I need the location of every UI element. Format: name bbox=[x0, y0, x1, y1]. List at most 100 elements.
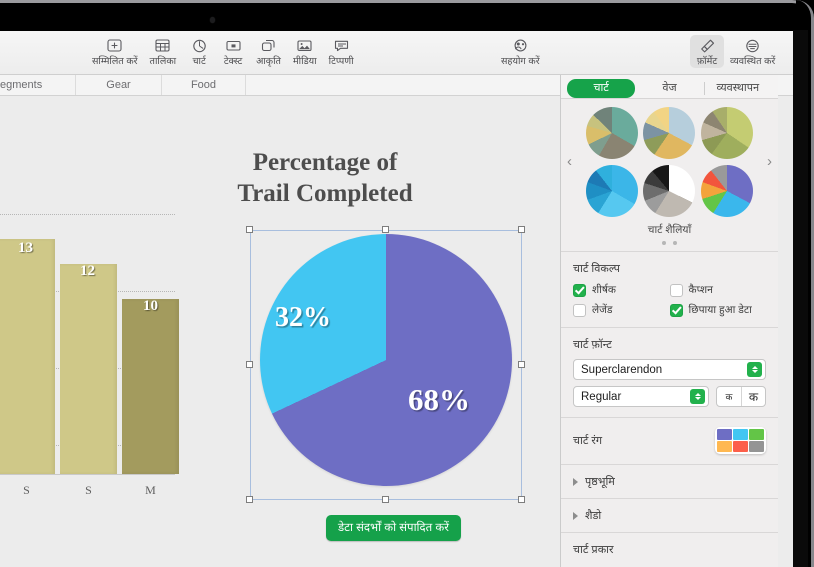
resize-handle-bottom-right[interactable] bbox=[518, 496, 525, 503]
checkbox-row-legend[interactable]: लेजेंड bbox=[573, 303, 670, 317]
tab-arrange[interactable]: व्यवस्थापन bbox=[704, 79, 772, 98]
shadow-section-toggle[interactable]: शैडो bbox=[561, 499, 778, 533]
toolbar-shape-label: आकृति bbox=[256, 56, 281, 68]
shadow-label: शैडो bbox=[585, 508, 601, 523]
resize-handle-bottom-left[interactable] bbox=[246, 496, 253, 503]
chart-color-swatch-button[interactable] bbox=[715, 427, 766, 454]
checkbox-hidden-data-label: छिपाया हुआ डेटा bbox=[689, 303, 752, 317]
laptop-bezel-top bbox=[0, 0, 814, 34]
pie-chart-title-line-2: Trail Completed bbox=[180, 178, 470, 209]
toolbar-collaborate-button[interactable]: सहयोग करें bbox=[495, 35, 546, 68]
pie-chart[interactable] bbox=[260, 234, 512, 486]
gallery-thumbnails bbox=[561, 107, 778, 217]
bar-1[interactable] bbox=[60, 264, 117, 474]
organize-icon bbox=[743, 37, 763, 54]
color-swatch[interactable] bbox=[733, 429, 748, 440]
checkbox-row-hidden-data[interactable]: छिपाया हुआ डेटा bbox=[670, 303, 767, 317]
bar-2[interactable] bbox=[122, 299, 179, 474]
toolbar-shape-button[interactable]: आकृति bbox=[250, 35, 287, 68]
color-swatch[interactable] bbox=[733, 441, 748, 452]
resize-handle-top-center[interactable] bbox=[382, 226, 389, 233]
font-family-select[interactable]: Superclarendon bbox=[573, 359, 766, 380]
page-dot-1[interactable] bbox=[662, 241, 666, 245]
chevron-right-icon bbox=[573, 512, 578, 520]
checkbox-title[interactable] bbox=[573, 284, 586, 297]
toolbar-organize-button[interactable]: व्यवस्थित करें bbox=[724, 35, 781, 68]
checkbox-hidden-data[interactable] bbox=[670, 304, 683, 317]
gallery-prev-arrow[interactable]: ‹ bbox=[567, 153, 572, 170]
sheet-tab-segments[interactable]: egments bbox=[0, 75, 76, 95]
slide-canvas[interactable]: 13 S 12 S 10 M Percentage of Trail Compl… bbox=[0, 97, 578, 567]
resize-handle-middle-left[interactable] bbox=[246, 361, 253, 368]
pie-chart-selection[interactable]: 68% 32% bbox=[250, 230, 522, 500]
gallery-next-arrow[interactable]: › bbox=[767, 153, 772, 170]
chart-style-thumb-6[interactable] bbox=[701, 165, 753, 217]
toolbar-media-label: मीडिया bbox=[293, 56, 317, 68]
toolbar-table-label: तालिका bbox=[150, 56, 177, 68]
checkbox-caption[interactable] bbox=[670, 284, 683, 297]
toolbar-format-button[interactable]: फ़ॉर्मेट bbox=[690, 35, 724, 68]
background-section-toggle[interactable]: पृष्ठभूमि bbox=[561, 465, 778, 499]
format-inspector-panel: चार्ट वेज व्यवस्थापन ‹ › bbox=[560, 75, 778, 567]
toolbar-media-button[interactable]: मीडिया bbox=[287, 35, 323, 68]
chart-options-section: चार्ट विकल्प शीर्षक कैप्शन लेजेंड bbox=[561, 252, 778, 328]
edit-data-references-button[interactable]: डेटा संदर्भों को संपादित करें bbox=[326, 515, 461, 541]
chart-font-section: चार्ट फ़ॉन्ट Superclarendon Regular क क bbox=[561, 328, 778, 418]
chart-icon bbox=[189, 37, 209, 54]
chart-style-thumb-3[interactable] bbox=[701, 107, 753, 159]
chevron-updown-icon[interactable] bbox=[747, 362, 762, 377]
resize-handle-middle-right[interactable] bbox=[518, 361, 525, 368]
chart-style-thumb-5[interactable] bbox=[643, 165, 695, 217]
page-dot-2[interactable] bbox=[673, 241, 677, 245]
toolbar-chart-button[interactable]: चार्ट bbox=[182, 35, 216, 68]
font-style-select[interactable]: Regular bbox=[573, 386, 709, 407]
pie-data-label-68: 68% bbox=[408, 382, 470, 418]
toolbar-table-button[interactable]: तालिका bbox=[144, 35, 183, 68]
resize-handle-top-right[interactable] bbox=[518, 226, 525, 233]
chart-style-thumb-4[interactable] bbox=[586, 165, 638, 217]
sheet-tab-food[interactable]: Food bbox=[162, 75, 246, 95]
checkbox-caption-label: कैप्शन bbox=[689, 283, 713, 297]
color-swatch[interactable] bbox=[717, 429, 732, 440]
toolbar-insert-button[interactable]: सम्मिलित करें bbox=[86, 35, 144, 68]
keynote-app-window: सम्मिलित करें तालिका चार्ट bbox=[0, 31, 796, 567]
increase-font-size-button[interactable]: क bbox=[741, 387, 765, 406]
color-swatch[interactable] bbox=[749, 429, 764, 440]
resize-handle-top-left[interactable] bbox=[246, 226, 253, 233]
bar-chart[interactable]: 13 S 12 S 10 M bbox=[0, 202, 175, 502]
chevron-updown-icon[interactable] bbox=[690, 389, 705, 404]
checkbox-row-title[interactable]: शीर्षक bbox=[573, 283, 670, 297]
chart-options-checkbox-grid: शीर्षक कैप्शन लेजेंड छिपाया हुआ डेटा bbox=[573, 283, 766, 317]
laptop-bezel-right bbox=[796, 0, 814, 567]
chart-styles-gallery: ‹ › चार्ट शैलियाँ bbox=[561, 99, 778, 252]
color-swatch[interactable] bbox=[749, 441, 764, 452]
checkbox-title-label: शीर्षक bbox=[592, 283, 616, 297]
bar-value-0: 13 bbox=[18, 240, 33, 257]
toolbar-right-group: फ़ॉर्मेट व्यवस्थित करें bbox=[690, 35, 781, 68]
tab-chart[interactable]: चार्ट bbox=[567, 79, 635, 98]
tab-wedge[interactable]: वेज bbox=[635, 79, 703, 98]
pie-chart-title: Percentage of Trail Completed bbox=[180, 147, 470, 209]
gallery-page-dots bbox=[561, 241, 778, 247]
toolbar-text-label: टेक्स्ट bbox=[224, 56, 242, 68]
bar-0[interactable] bbox=[0, 239, 55, 474]
font-family-value: Superclarendon bbox=[581, 364, 662, 376]
toolbar-comment-label: टिप्पणी bbox=[329, 56, 354, 68]
toolbar-comment-button[interactable]: टिप्पणी bbox=[323, 35, 360, 68]
font-size-buttons: क क bbox=[716, 386, 766, 407]
chevron-right-icon bbox=[573, 478, 578, 486]
toolbar-format-label: फ़ॉर्मेट bbox=[697, 56, 717, 68]
sheet-tab-gear[interactable]: Gear bbox=[76, 75, 162, 95]
chart-type-title: चार्ट प्रकार bbox=[573, 542, 766, 557]
toolbar-organize-label: व्यवस्थित करें bbox=[730, 56, 775, 68]
color-swatch[interactable] bbox=[717, 441, 732, 452]
chart-color-section: चार्ट रंग bbox=[561, 418, 778, 465]
decrease-font-size-button[interactable]: क bbox=[717, 387, 741, 406]
toolbar-text-button[interactable]: टेक्स्ट bbox=[216, 35, 250, 68]
checkbox-row-caption[interactable]: कैप्शन bbox=[670, 283, 767, 297]
resize-handle-bottom-center[interactable] bbox=[382, 496, 389, 503]
chart-style-thumb-1[interactable] bbox=[586, 107, 638, 159]
chart-color-title: चार्ट रंग bbox=[573, 433, 602, 448]
chart-style-thumb-2[interactable] bbox=[643, 107, 695, 159]
checkbox-legend[interactable] bbox=[573, 304, 586, 317]
